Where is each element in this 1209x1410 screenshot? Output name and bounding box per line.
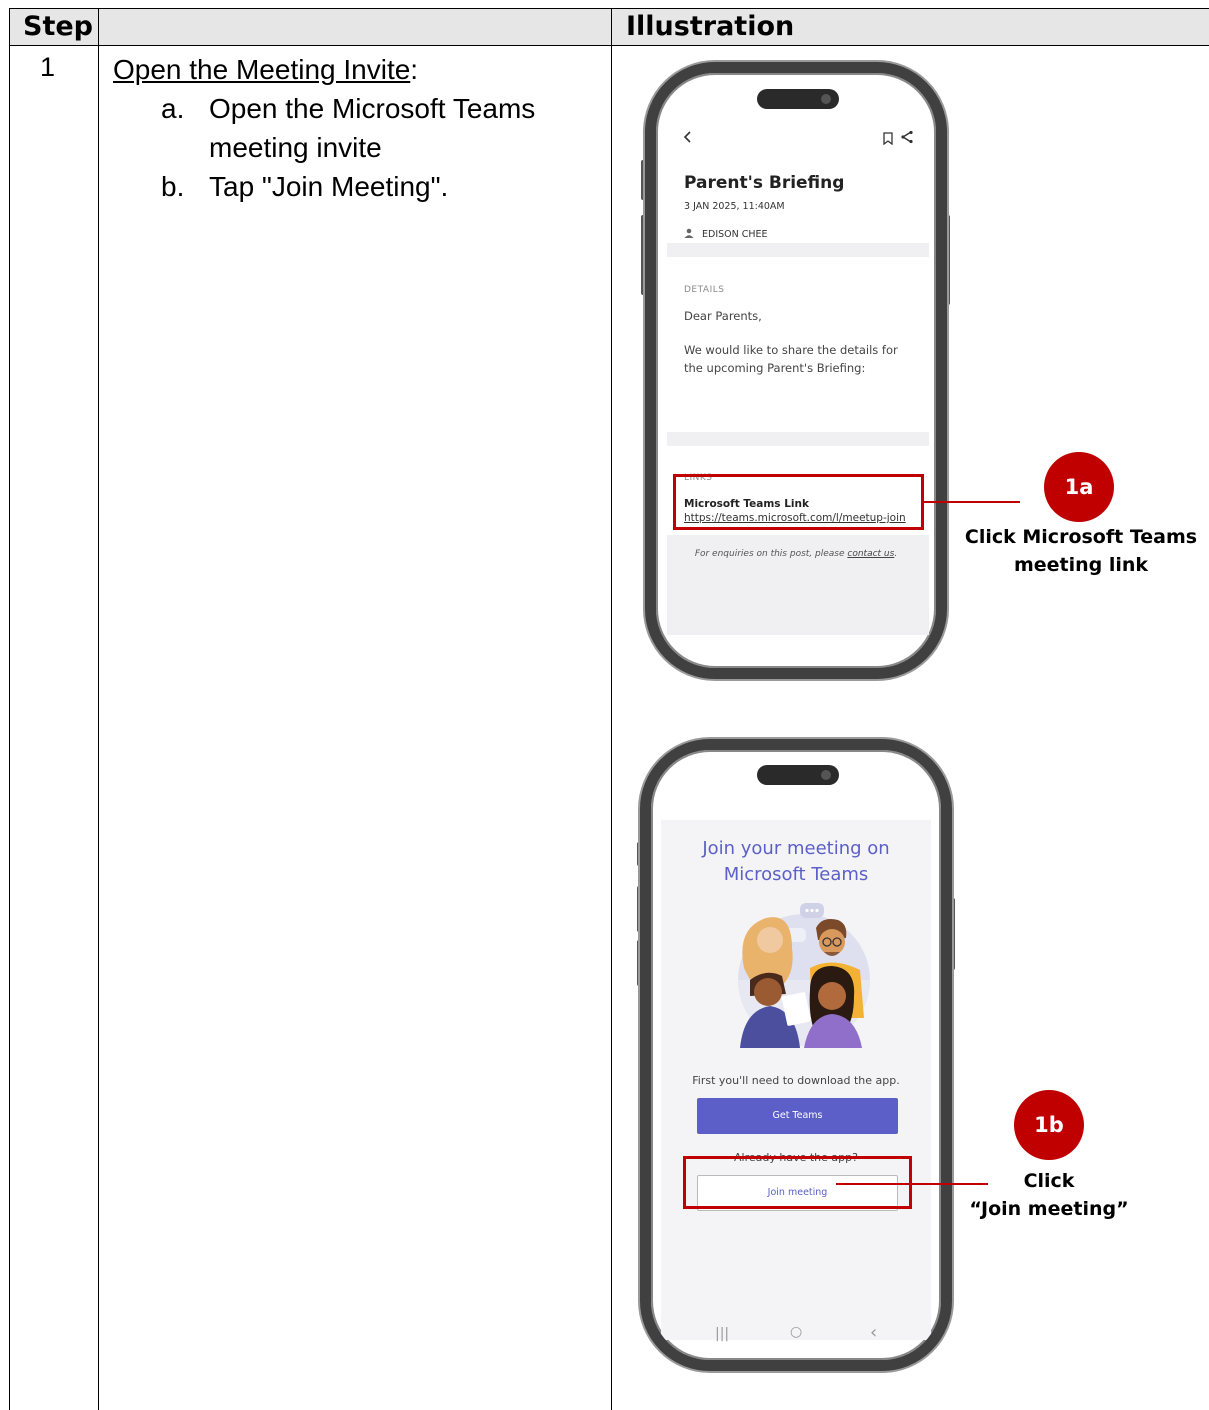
get-teams-button[interactable]: Get Teams [697, 1098, 898, 1134]
header-illustration: Illustration [612, 8, 1209, 46]
callout-1b-line1: Click [1023, 1170, 1075, 1192]
bookmark-button[interactable] [882, 130, 894, 149]
back-button[interactable] [683, 129, 693, 148]
substep-text: Tap "Join Meeting". [209, 171, 449, 202]
person-icon [684, 228, 694, 238]
substep-marker: b. [161, 171, 185, 202]
contact-us-link[interactable]: contact us [847, 549, 894, 559]
post-footer-text: For enquiries on this post, please conta… [656, 549, 936, 559]
callout-badge-1b: 1b [1014, 1090, 1084, 1160]
section-divider [667, 243, 929, 257]
teams-heading-line2: Microsoft Teams [723, 864, 869, 885]
nav-back[interactable]: ‹ [870, 1322, 877, 1343]
share-icon [901, 130, 913, 144]
table-border-left [9, 8, 10, 1410]
callout-text-1a: Click Microsoft Teams meeting link [960, 523, 1202, 579]
post-author: EDISON CHEE [702, 229, 768, 240]
section-divider [667, 432, 929, 446]
phone-notch [757, 765, 839, 785]
callout-1a-line2: meeting link [1013, 554, 1149, 576]
post-greeting: Dear Parents, [684, 309, 762, 323]
highlight-teams-link [673, 474, 924, 530]
substep-marker: a. [161, 93, 185, 124]
phone-mockup-post: Parent's Briefing 3 JAN 2025, 11:40AM ED… [645, 62, 947, 679]
bookmark-icon [883, 132, 893, 146]
callout-text-1b: Click “Join meeting” [944, 1167, 1154, 1223]
phone-notch [757, 89, 839, 109]
phone-mockup-teams: Join your meeting on Microsoft Teams Fir… [640, 739, 952, 1371]
header-step: Step [9, 8, 612, 46]
teams-heading: Join your meeting on Microsoft Teams [651, 836, 941, 888]
chevron-left-icon [683, 131, 691, 143]
substep-list: a. Open the Microsoft Teams meeting invit… [113, 89, 603, 206]
footer-prefix: For enquiries on this post, please [694, 549, 848, 559]
post-title: Parent's Briefing [684, 173, 845, 193]
step-instructions: Open the Meeting Invite: a. Open the Micr… [113, 50, 603, 206]
callout-line-1a [924, 501, 1020, 503]
nav-home[interactable]: ○ [790, 1324, 802, 1340]
footer-suffix: . [894, 549, 898, 559]
callout-1a-line1: Click Microsoft Teams [964, 526, 1198, 548]
step-number: 1 [40, 52, 56, 82]
step-title-line: Open the Meeting Invite: [113, 50, 603, 89]
post-body: We would like to share the details for t… [684, 343, 898, 375]
download-text: First you'll need to download the app. [692, 1074, 900, 1087]
share-button[interactable] [900, 129, 914, 148]
nav-recent-apps[interactable]: ||| [715, 1326, 729, 1342]
post-date: 3 JAN 2025, 11:40AM [684, 201, 785, 212]
table-border-middle [611, 8, 612, 1410]
teams-heading-line1: Join your meeting on [702, 838, 890, 859]
substep-text: Open the Microsoft Teams meeting invite [209, 93, 536, 163]
table-border-number [98, 8, 99, 1410]
step-title-suffix: : [410, 54, 419, 85]
substep-a: a. Open the Microsoft Teams meeting invit… [161, 89, 603, 167]
post-author-row: EDISON CHEE [684, 222, 768, 241]
details-label: DETAILS [684, 285, 725, 295]
callout-badge-1a: 1a [1044, 452, 1114, 522]
callout-1b-line2: “Join meeting” [969, 1198, 1129, 1220]
substep-b: b. Tap "Join Meeting". [161, 167, 603, 206]
step-title: Open the Meeting Invite [113, 54, 411, 85]
people-illustration [738, 903, 870, 1048]
